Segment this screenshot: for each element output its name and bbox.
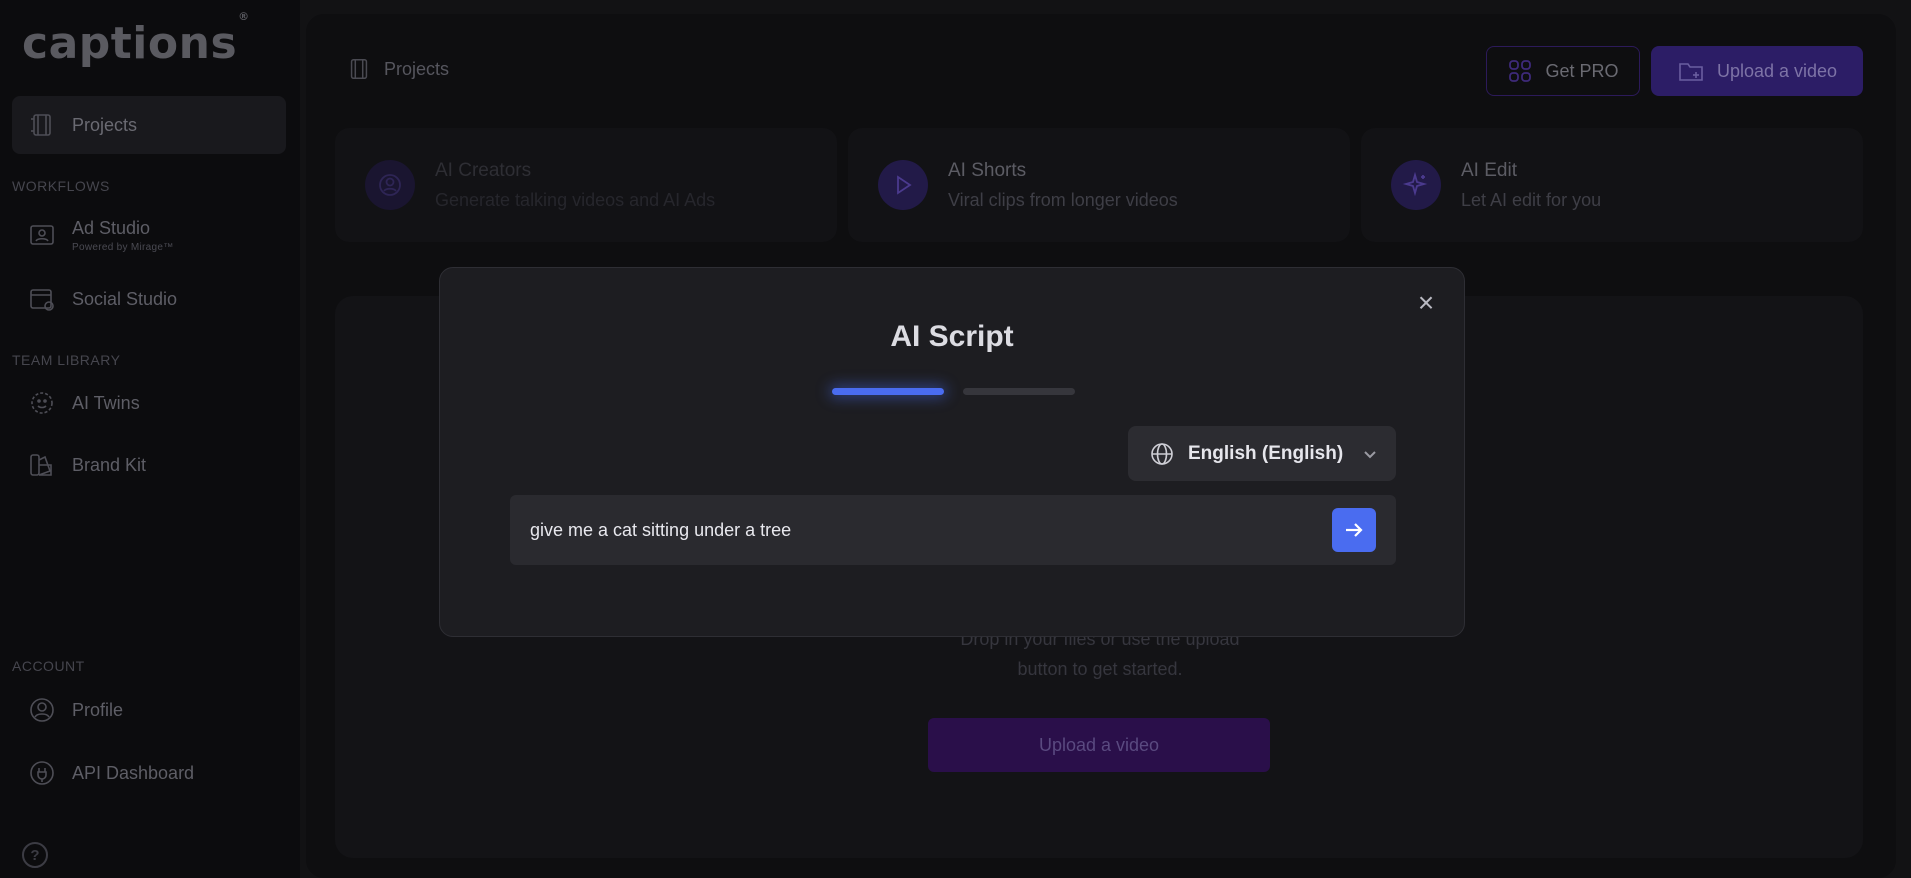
feature-description: Viral clips from longer videos [948,189,1178,210]
get-pro-button[interactable]: Get PRO [1486,46,1640,96]
sidebar-item-api-dashboard[interactable]: API Dashboard [12,744,286,802]
sidebar-item-ad-studio[interactable]: Ad Studio Powered by Mirage™ [12,205,286,265]
folder-plus-icon [1679,63,1703,81]
palette-icon [28,451,56,479]
sidebar-item-profile[interactable]: Profile [12,681,286,739]
calendar-check-icon [28,285,56,313]
powered-by-mirage: Powered by Mirage™ [72,241,174,253]
user-circle-icon [365,160,415,210]
feature-card-ai-shorts[interactable]: AI Shorts Viral clips from longer videos [848,128,1350,242]
user-circle-icon [28,696,56,724]
submit-button[interactable] [1332,508,1376,552]
chevron-down-icon [1364,450,1376,458]
plug-icon [28,759,56,787]
language-select[interactable]: English (English) [1128,426,1396,481]
sidebar-item-label: API Dashboard [72,762,195,783]
globe-icon [1151,442,1173,465]
feature-title: AI Shorts [948,159,1027,181]
breadcrumb: Projects [346,56,449,82]
sidebar-item-label: Profile [72,699,124,720]
sidebar-item-label: Social Studio [72,288,178,309]
account-section-label: ACCOUNT [12,658,85,674]
sidebar-item-label: Brand Kit [72,454,147,475]
captions-logo[interactable]: captions® [22,10,249,69]
prompt-field-container [510,495,1396,565]
sidebar-item-projects[interactable]: Projects [12,96,286,154]
upload-video-label: Upload a video [1716,60,1838,81]
feature-card-ai-edit[interactable]: AI Edit Let AI edit for you [1361,128,1863,242]
feature-title: AI Edit [1461,159,1517,181]
step-indicator-inactive [963,388,1075,395]
step-indicator-active [832,388,944,395]
film-icon [350,58,368,80]
grid-icon [1509,60,1532,82]
sidebar-item-ai-twins[interactable]: AI Twins [12,374,286,432]
upload-video-button[interactable]: Upload a video [1651,46,1863,96]
sparkle-icon [1391,160,1441,210]
get-pro-label: Get PRO [1545,60,1619,81]
upload-video-dropzone-button[interactable]: Upload a video [928,718,1270,772]
language-select-value: English (English) [1188,442,1344,464]
sidebar-item-label: AI Twins [72,392,140,413]
sidebar-item-label: Ad Studio [72,217,151,238]
close-icon[interactable]: × [1414,289,1438,317]
play-icon [878,160,928,210]
sidebar-item-brand-kit[interactable]: Brand Kit [12,436,286,494]
feature-title: AI Creators [435,159,532,181]
arrow-right-icon [1346,523,1363,537]
help-icon[interactable]: ? [22,842,48,868]
team-library-section-label: TEAM LIBRARY [12,352,121,368]
film-icon [28,111,56,139]
feature-card-ai-creators[interactable]: AI Creators Generate talking videos and … [335,128,837,242]
feature-description: Let AI edit for you [1461,189,1602,210]
sidebar: captions® Projects WORKFLOWS Ad Studio P… [0,0,300,878]
script-prompt-input[interactable] [530,495,1310,565]
breadcrumb-label: Projects [384,58,450,79]
modal-title: AI Script [890,320,1014,353]
smile-face-icon [28,389,56,417]
sidebar-item-social-studio[interactable]: Social Studio [12,270,286,328]
ad-studio-icon [28,221,56,249]
sidebar-item-label: Projects [72,114,138,135]
ai-script-modal: × AI Script English (English) [439,267,1465,637]
workflows-section-label: WORKFLOWS [12,178,110,194]
feature-description: Generate talking videos and AI Ads [435,189,716,210]
